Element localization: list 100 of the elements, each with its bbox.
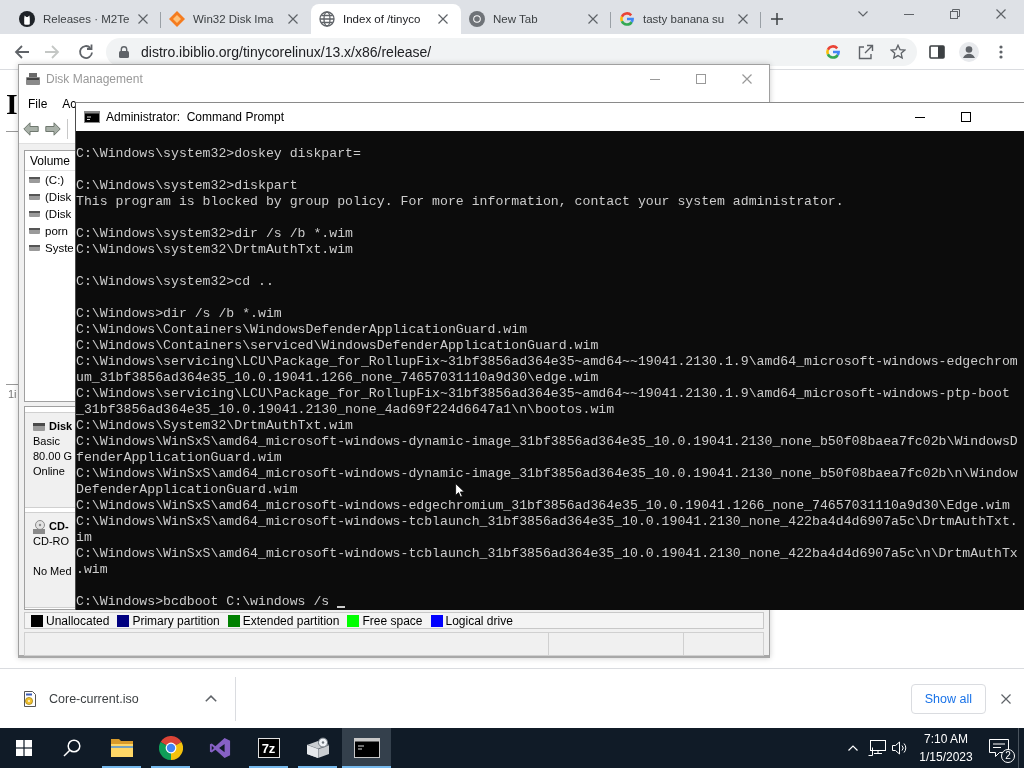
console-line: C:\Windows\system32\DrtmAuthTxt.wim (76, 242, 353, 258)
show-all-button[interactable]: Show all (910, 683, 986, 714)
minimize-icon[interactable] (915, 116, 925, 118)
disk-type: Basic (33, 435, 60, 447)
taskbar-button[interactable] (342, 728, 391, 768)
window-title: Administrator: Command Prompt (106, 110, 285, 124)
drive-icon (29, 227, 40, 234)
four-panes-icon[interactable] (16, 740, 32, 756)
star-icon[interactable] (890, 43, 906, 60)
console-line: C:\Windows\WinSxS\amd64_microsoft-windows-edgechromium_31bf3856ad364e35_10.0.19041.1266_none_74657031110a9d30\Edge.wim (76, 498, 1010, 514)
clock-date[interactable]: 1/15/2023 (919, 748, 973, 766)
console-line: im (76, 530, 92, 546)
chevron-up-icon[interactable] (205, 695, 217, 702)
notification-count: 2 (1001, 749, 1015, 763)
package-icon (304, 737, 331, 759)
plus-icon[interactable] (771, 13, 783, 25)
diamond-icon (169, 11, 185, 27)
maximize-icon[interactable] (961, 112, 971, 122)
search-icon[interactable] (63, 739, 81, 757)
address-field[interactable]: distro.ibiblio.org/tinycorelinux/13.x/x86/release/ (106, 37, 917, 66)
cat-logo-icon (19, 11, 35, 27)
restore-icon[interactable] (950, 9, 960, 19)
drive-icon (29, 244, 40, 251)
close-icon[interactable] (996, 9, 1006, 19)
list-item[interactable]: Syste (45, 241, 74, 254)
console-line: C:\Windows\servicing\LCU\Package_for_RollupFix~31bf3856ad364e35~amd64~~19041.2130.1.9\amd64_microsoft-windows-ptp-boot (76, 386, 1010, 402)
back-arrow-icon[interactable] (14, 43, 30, 60)
share-icon[interactable] (858, 43, 874, 60)
legend-label: Unallocated (46, 613, 110, 628)
console-line: C:\Windows\system32>diskpart (76, 178, 298, 194)
console-line: .wim (76, 562, 108, 578)
taskbar-button[interactable]: 7z (244, 728, 293, 768)
logo-tile: 7z (257, 738, 280, 758)
profile-icon[interactable] (959, 41, 979, 62)
console-line: DefenderApplicationGuard.wim (76, 482, 298, 498)
console-line: C:\Windows\WinSxS\amd64_microsoft-windows-dynamic-image_31bf3856ad364e35_10.0.19041.2130_none_b50f08baea7fc02b\WindowsD (76, 434, 1018, 450)
drive-icon (29, 210, 40, 217)
console-line: This program is blocked by group policy. For more information, contact your system administrator. (76, 194, 844, 210)
browser-tab[interactable]: Win32 Disk Ima (161, 4, 311, 34)
disk-status: Online (33, 465, 65, 477)
close-icon[interactable] (138, 14, 148, 24)
console-line: C:\Windows\Containers\WindowsDefenderApplicationGuard.wim (76, 322, 528, 338)
console-line: C:\Windows>bcdboot C:\windows /s (76, 594, 330, 610)
close-icon[interactable] (288, 14, 298, 24)
list-item[interactable]: porn (45, 224, 69, 237)
terminal-icon (353, 738, 380, 758)
browser-tab[interactable]: tasty banana su (611, 4, 761, 34)
close-icon[interactable] (438, 14, 448, 24)
forward-arrow-icon[interactable] (45, 121, 61, 136)
side-panel-icon[interactable] (929, 43, 945, 60)
close-icon[interactable] (738, 14, 748, 24)
close-icon[interactable] (588, 14, 598, 24)
drive-icon (29, 176, 40, 183)
reload-icon[interactable] (78, 43, 94, 60)
download-filename[interactable]: Core-current.iso (49, 691, 139, 706)
ring-logo-icon (469, 11, 485, 27)
notification-icon[interactable] (989, 739, 1009, 757)
clock-time[interactable]: 7:10 AM (924, 730, 968, 748)
ribbon-logo-icon (208, 737, 231, 759)
console-line: um_31bf3856ad364e35_10.0.19041.1266_none_74657031110a9d30\edge.wim (76, 370, 599, 386)
drive-icon (33, 422, 45, 431)
drive-icon (26, 72, 40, 86)
console-line: C:\Windows\servicing\LCU\Package_for_RollupFix~31bf3856ad364e35~amd64~~19041.2130.1.9\amd64_microsoft-windows-edgechrom (76, 354, 1018, 370)
browser-tab[interactable]: New Tab (461, 4, 611, 34)
legend-label: Free space (362, 613, 423, 628)
lock-icon[interactable] (119, 45, 129, 58)
console-line: C:\Windows>dir /s /b *.wim (76, 306, 282, 322)
console-line: C:\Windows\WinSxS\amd64_microsoft-windows-dynamic-image_31bf3856ad364e35_10.0.19041.2130_none_b50f08baea7fc02b\n\Window (76, 466, 1018, 482)
page-text: 1i (7, 388, 17, 401)
mouse-pointer-icon (455, 482, 465, 498)
console-line: C:\Windows\WinSxS\amd64_microsoft-windows-tcblaunch_31bf3856ad364e35_10.0.19041.2130_none_422ba4d4d6907a5c\n\DrtmAuthTx (76, 546, 1018, 562)
chevron-down-icon[interactable] (858, 11, 868, 17)
globe-icon (319, 11, 335, 27)
list-item[interactable]: (C:) (45, 173, 65, 186)
multicolor-g-icon (619, 11, 635, 27)
menu-icon[interactable] (999, 44, 1003, 59)
disk-size: 80.00 G (33, 450, 73, 462)
menu-item[interactable]: File (28, 96, 48, 111)
browser-tab[interactable]: Releases · M2Te (11, 4, 161, 34)
page-heading: I (6, 88, 18, 120)
browser-tab[interactable]: Index of /tinyco (311, 4, 461, 34)
list-item[interactable]: (Disk (45, 207, 72, 220)
console-line: _31bf3856ad364e35_10.0.19041.2130_none_4ad69f224d6647a1\n\bootos.wim (76, 402, 615, 418)
console-line: C:\Windows\Containers\serviced\WindowsDefenderApplicationGuard.wim (76, 338, 599, 354)
network-icon[interactable] (868, 740, 886, 756)
disk-status: No Med (33, 565, 72, 577)
disk-type: CD-RO (33, 535, 70, 547)
cd-drive-icon (33, 519, 45, 534)
close-icon[interactable] (1001, 693, 1011, 704)
list-item[interactable]: (Disk (45, 190, 72, 203)
console-line: C:\Windows\WinSxS\amd64_microsoft-windows-tcblaunch_31bf3856ad364e35_10.0.19041.2130_none_422ba4d4d6907a5c\DrtmAuthTxt. (76, 514, 1018, 530)
column-header[interactable]: Volume (30, 153, 71, 168)
speaker-icon[interactable] (892, 741, 908, 755)
drive-icon (29, 193, 40, 200)
back-arrow-icon[interactable] (23, 121, 39, 136)
close-icon[interactable] (742, 74, 752, 84)
console-line: C:\Windows\system32>cd .. (76, 274, 274, 290)
console-line: C:\Windows\system32>dir /s /b *.wim (76, 226, 353, 242)
console-line: C:\Windows\System32\DrtmAuthTxt.wim (76, 418, 353, 434)
terminal-icon (84, 111, 100, 123)
